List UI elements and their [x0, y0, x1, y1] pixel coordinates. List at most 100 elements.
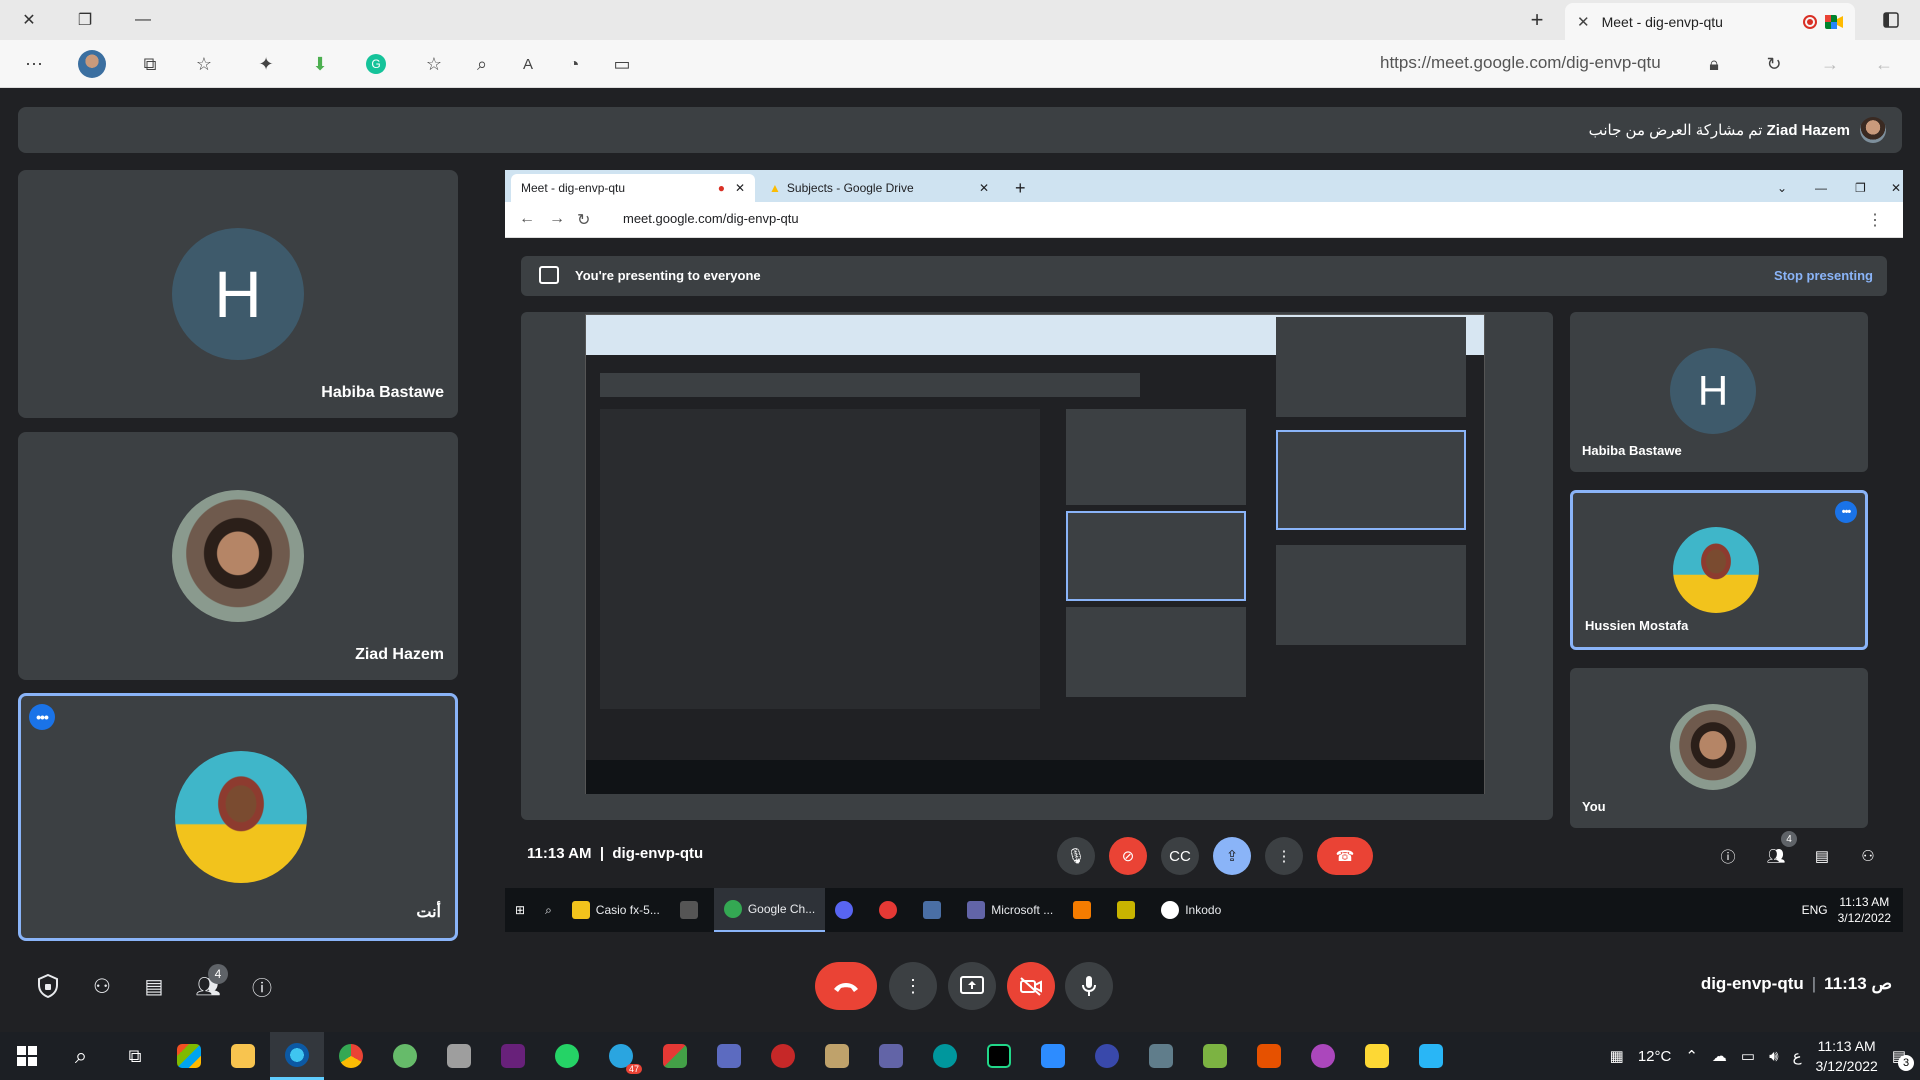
tray-expand-icon[interactable]: ⌃ — [1685, 1047, 1698, 1065]
more-options-button[interactable]: ⋮ — [889, 962, 937, 1010]
battery-icon[interactable]: ▭ — [1741, 1047, 1755, 1065]
avatar — [175, 751, 307, 883]
close-window-icon[interactable]: ✕ — [6, 0, 52, 40]
read-aloud-icon[interactable]: A — [514, 50, 542, 78]
shared-tile-habiba: H Habiba Bastawe — [1570, 312, 1868, 472]
new-tab-icon[interactable]: + — [1514, 0, 1560, 40]
app-icon[interactable] — [1134, 1032, 1188, 1080]
back-icon[interactable]: ← — [1870, 50, 1898, 78]
atom-icon[interactable] — [378, 1032, 432, 1080]
chat-icon[interactable]: ▤ — [136, 968, 172, 1004]
start-button[interactable] — [0, 1032, 54, 1080]
favorites-icon[interactable]: ☆ — [190, 50, 218, 78]
language-indicator[interactable]: ع — [1793, 1047, 1802, 1065]
activities-icon[interactable]: ⚇ — [84, 968, 120, 1004]
shared-browser-chrome: Meet - dig-envp-qtu ● ✕ ▲ Subjects - Goo… — [505, 170, 1903, 238]
app-icon[interactable] — [432, 1032, 486, 1080]
immersive-reader-icon[interactable]: ▭ — [608, 50, 636, 78]
close-tab-icon[interactable]: ✕ — [1577, 13, 1590, 31]
captions-icon: CC — [1161, 837, 1199, 875]
zoom-icon[interactable]: ⌕ — [468, 50, 496, 78]
pycharm-icon[interactable] — [972, 1032, 1026, 1080]
restore-window-icon[interactable]: ❐ — [62, 0, 108, 40]
profile-avatar[interactable] — [78, 50, 106, 78]
app-icon[interactable] — [1296, 1032, 1350, 1080]
refresh-icon[interactable]: ↻ — [1760, 50, 1788, 78]
minimize-window-icon[interactable]: — — [120, 0, 166, 40]
activities-icon: ⚇ — [1861, 848, 1875, 865]
app-icon[interactable] — [702, 1032, 756, 1080]
file-explorer-icon[interactable] — [216, 1032, 270, 1080]
present-now-button[interactable] — [948, 962, 996, 1010]
chat-icon: ▤ — [1814, 848, 1830, 865]
matlab-icon[interactable] — [1242, 1032, 1296, 1080]
whatsapp-icon[interactable] — [540, 1032, 594, 1080]
meeting-code: dig-envp-qtu — [1700, 974, 1804, 993]
participant-tile-ziad[interactable]: Ziad Hazem — [18, 432, 458, 680]
task-view-icon[interactable]: ⧉ — [108, 1032, 162, 1080]
shared-screen: Meet - dig-envp-qtu ● ✕ ▲ Subjects - Goo… — [475, 170, 1903, 940]
clock[interactable]: 11:13 AM 3/12/2022 — [1816, 1036, 1878, 1076]
network-icon[interactable]: ☁︎ — [1712, 1047, 1727, 1065]
download-extension-icon[interactable]: ⬇ — [306, 50, 334, 78]
participant-tile-self[interactable]: ••• أنت — [18, 693, 458, 941]
tab-search-icon: ⌄ — [1777, 181, 1788, 195]
chrome-icon[interactable] — [324, 1032, 378, 1080]
presenting-text: You're presenting to everyone — [575, 268, 761, 283]
app-icon[interactable] — [1404, 1032, 1458, 1080]
presenting-bar: You're presenting to everyone Stop prese… — [521, 256, 1887, 296]
mic-toggle-button[interactable] — [1065, 962, 1113, 1010]
app-icon[interactable] — [1188, 1032, 1242, 1080]
participant-tile-habiba[interactable]: H Habiba Bastawe — [18, 170, 458, 418]
forward-icon: → — [549, 210, 565, 227]
more-options-icon[interactable]: ••• — [29, 704, 55, 730]
player-icon[interactable] — [1350, 1032, 1404, 1080]
more-options-icon: ••• — [1835, 501, 1857, 523]
meeting-details-icon[interactable]: ⓘ — [244, 968, 280, 1004]
tracking-icon[interactable]: ◔ — [560, 50, 588, 78]
app-icon[interactable] — [756, 1032, 810, 1080]
leave-call-button[interactable] — [815, 962, 877, 1010]
app-icon — [825, 888, 869, 932]
app-icon[interactable] — [810, 1032, 864, 1080]
collections-icon[interactable]: ⧉ — [136, 50, 164, 78]
extensions-icon[interactable]: ✦ — [252, 50, 280, 78]
store-icon[interactable] — [162, 1032, 216, 1080]
search-icon[interactable]: ⌕ — [54, 1032, 108, 1080]
recording-icon: ● — [717, 181, 725, 195]
host-controls-icon[interactable] — [30, 968, 66, 1004]
browser-tab-active[interactable]: ✕ Meet - dig-envp-qtu — [1565, 3, 1855, 40]
shared-url-bar: ← → ↻ meet.google.com/dig-envp-qtu ⋮ — [505, 202, 1903, 238]
site-lock-icon[interactable]: 🔒︎ — [1700, 50, 1728, 78]
url-field[interactable]: https://meet.google.com/dig-envp-qtu — [1380, 53, 1661, 73]
present-icon — [539, 266, 559, 284]
weather-temp[interactable]: 12°C — [1638, 1048, 1672, 1065]
teams-icon[interactable] — [864, 1032, 918, 1080]
recording-icon — [1803, 14, 1817, 29]
weather-icon[interactable]: ▦ — [1610, 1047, 1624, 1065]
forward-icon[interactable]: → — [1816, 50, 1844, 78]
volume-icon[interactable]: 🔊︎ — [1769, 1048, 1778, 1065]
taskbar-item-teams: Microsoft ... — [957, 888, 1063, 932]
settings-more-icon[interactable]: ⋯ — [20, 50, 48, 78]
zoom-icon[interactable] — [1026, 1032, 1080, 1080]
office-icon[interactable] — [648, 1032, 702, 1080]
shared-meeting-info: 11:13 AM | dig-envp-qtu — [527, 845, 704, 862]
mic-icon: 🎙︎ — [1057, 837, 1095, 875]
notifications-icon[interactable]: ▤ 3 — [1892, 1047, 1914, 1071]
add-favorite-icon[interactable]: ☆ — [420, 50, 448, 78]
nested-screen-frame — [585, 314, 1485, 794]
shared-meet-controls: 11:13 AM | dig-envp-qtu 🎙︎ ⊘ CC ⇪ ⋮ ☎︎ ⓘ… — [505, 830, 1903, 880]
telegram-icon[interactable]: 47 — [594, 1032, 648, 1080]
shared-tab-meet: Meet - dig-envp-qtu ● ✕ — [511, 174, 755, 202]
avatar: H — [1670, 348, 1756, 434]
refresh-icon: ↻ — [577, 212, 591, 229]
grammarly-icon[interactable]: G — [362, 50, 390, 78]
arduino-icon[interactable] — [918, 1032, 972, 1080]
visual-studio-icon[interactable] — [486, 1032, 540, 1080]
camera-toggle-button[interactable] — [1007, 962, 1055, 1010]
edge-icon[interactable] — [270, 1032, 324, 1080]
app-icon[interactable] — [1080, 1032, 1134, 1080]
people-icon[interactable]: 👥︎ 4 — [190, 964, 228, 1004]
tab-actions-icon[interactable] — [1868, 0, 1914, 40]
